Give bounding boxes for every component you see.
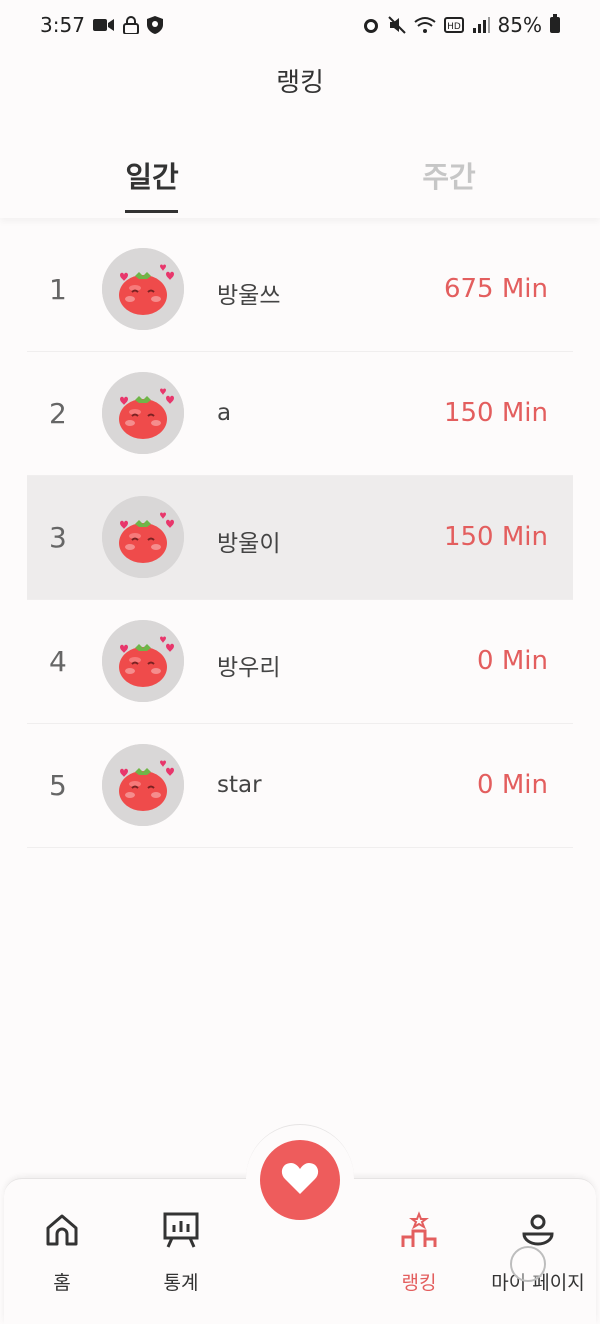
tab-weekly[interactable]: 주간 [422, 154, 476, 196]
chart-board-icon [121, 1210, 241, 1250]
heart-icon [281, 1161, 319, 1199]
user-name: star [217, 772, 262, 798]
avatar [102, 620, 184, 702]
study-time: 150 Min [443, 398, 548, 428]
user-name: 방울이 [217, 531, 281, 557]
mute-icon [387, 16, 406, 34]
user-icon [478, 1210, 598, 1250]
nav-stats-label: 통계 [163, 1272, 199, 1294]
study-time: 0 Min [477, 770, 548, 800]
rank-number: 3 [49, 521, 67, 554]
rank-number: 1 [49, 273, 67, 306]
touch-indicator [510, 1246, 546, 1282]
tab-daily[interactable]: 일간 [125, 154, 179, 196]
shield-icon [146, 16, 163, 34]
avatar [102, 372, 184, 454]
avatar [102, 744, 184, 826]
tomato-character-icon [102, 372, 184, 454]
tomato-character-icon [102, 744, 184, 826]
wifi-icon [413, 16, 436, 34]
signal-icon [472, 17, 490, 33]
page-title: 랭킹 [276, 68, 324, 98]
study-time: 675 Min [443, 274, 548, 304]
study-time: 150 Min [443, 522, 548, 552]
user-name: 방우리 [217, 655, 281, 681]
user-name: 방울쓰 [217, 283, 281, 309]
rank-number: 2 [49, 397, 67, 430]
battery-percent: 85% [497, 13, 542, 37]
tab-active-indicator [125, 210, 178, 213]
nav-home[interactable]: 홈 [2, 1210, 122, 1295]
nav-ranking-label: 랭킹 [401, 1272, 437, 1294]
battery-icon [550, 14, 560, 33]
alarm-icon [362, 16, 380, 34]
tomato-character-icon [102, 496, 184, 578]
video-camera-icon [92, 17, 115, 33]
tomato-character-icon [102, 620, 184, 702]
podium-icon [359, 1210, 479, 1250]
ranking-row[interactable]: 4 방우리 0 Min [27, 600, 573, 724]
rank-number: 5 [49, 769, 67, 802]
ranking-row[interactable]: 5 star 0 Min [27, 724, 573, 848]
status-bar: 3:57 HD 85% [0, 0, 600, 50]
hd-icon: HD [443, 17, 464, 33]
home-icon [2, 1210, 122, 1250]
tomato-character-icon [102, 248, 184, 330]
status-time: 3:57 [40, 13, 85, 37]
nav-stats[interactable]: 통계 [121, 1210, 241, 1295]
ranking-row-current-user[interactable]: 3 방울이 150 Min [27, 476, 573, 600]
nav-ranking[interactable]: 랭킹 [359, 1210, 479, 1295]
study-time: 0 Min [477, 646, 548, 676]
user-name: a [217, 400, 232, 426]
rank-number: 4 [49, 645, 67, 678]
ranking-list: 1 방울쓰 675 Min 2 a 150 Min 3 방울이 150 Min … [27, 228, 573, 848]
avatar [102, 496, 184, 578]
heart-fab-button[interactable] [260, 1140, 340, 1220]
ranking-row[interactable]: 1 방울쓰 675 Min [27, 228, 573, 352]
nav-home-label: 홈 [53, 1272, 71, 1294]
ranking-row[interactable]: 2 a 150 Min [27, 352, 573, 476]
lock-icon [122, 16, 139, 34]
svg-text:HD: HD [447, 22, 461, 32]
tab-bar: 일간 주간 [0, 140, 600, 218]
avatar [102, 248, 184, 330]
